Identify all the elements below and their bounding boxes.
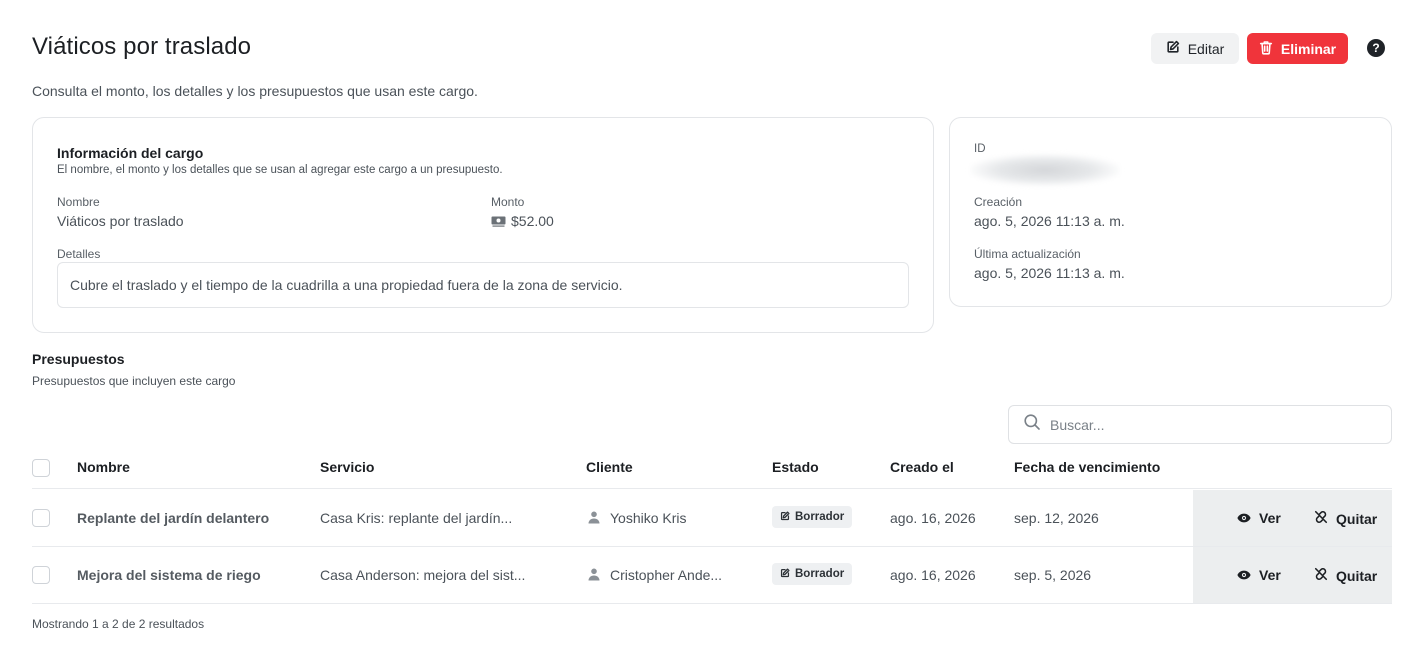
charge-info-card: Información del cargo El nombre, el mont… [32,117,934,333]
name-label: Nombre [57,195,100,209]
details-value: Cubre el traslado y el tiempo de la cuad… [57,262,909,308]
charge-info-heading: Información del cargo [57,145,204,161]
status-label: Borrador [795,511,845,523]
column-header-status[interactable]: Estado [772,459,819,475]
amount-value-wrap: $52.00 [491,213,554,230]
select-all-checkbox[interactable] [32,459,50,477]
unlink-icon [1314,510,1328,527]
draft-edit-icon [780,511,790,524]
page-title: Viáticos por traslado [32,33,252,60]
delete-button[interactable]: Eliminar [1247,33,1348,64]
search-field[interactable] [1008,405,1392,444]
row-name[interactable]: Mejora del sistema de riego [77,567,261,583]
table-row[interactable]: Mejora del sistema de riego Casa Anderso… [32,547,1392,604]
person-icon [588,568,600,586]
row-created: ago. 16, 2026 [890,510,976,526]
budgets-heading: Presupuestos [32,351,125,367]
edit-button-label: Editar [1187,40,1225,57]
person-icon [588,511,600,529]
column-header-due[interactable]: Fecha de vencimiento [1014,459,1160,475]
delete-button-label: Eliminar [1280,40,1337,57]
edit-button[interactable]: Editar [1151,33,1239,64]
view-button[interactable]: Ver [1237,567,1281,583]
created-label: Creación [974,195,1023,209]
charge-meta-card: ID Creación ago. 5, 2026 11:13 a. m. Últ… [949,117,1392,307]
details-label: Detalles [57,247,101,261]
row-created: ago. 16, 2026 [890,567,976,583]
search-input[interactable] [1050,416,1370,433]
row-due: sep. 5, 2026 [1014,567,1092,583]
name-value: Viáticos por traslado [57,213,184,229]
column-header-client[interactable]: Cliente [586,459,633,475]
eye-icon [1237,510,1251,526]
view-button-label: Ver [1259,510,1281,526]
column-header-created[interactable]: Creado el [890,459,954,475]
money-icon [491,214,506,230]
status-badge: Borrador [772,563,853,585]
remove-button[interactable]: Quitar [1314,510,1377,527]
row-actions: Ver Quitar [1193,547,1392,603]
updated-label: Última actualización [974,247,1081,261]
eye-icon [1237,567,1251,583]
table-row[interactable]: Replante del jardín delantero Casa Kris:… [32,490,1392,547]
charge-info-description: El nombre, el monto y los detalles que s… [57,164,503,176]
row-client: Yoshiko Kris [610,510,687,526]
amount-value: $52.00 [511,213,554,229]
draft-edit-icon [780,568,790,581]
amount-label: Monto [491,195,525,209]
status-label: Borrador [795,568,845,580]
help-glyph: ? [1372,41,1380,55]
column-header-name[interactable]: Nombre [77,459,130,475]
search-icon [1023,413,1041,436]
unlink-icon [1314,567,1328,584]
row-due: sep. 12, 2026 [1014,510,1099,526]
view-button-label: Ver [1259,567,1281,583]
budgets-description: Presupuestos que incluyen este cargo [32,374,236,388]
table-header: Nombre Servicio Cliente Estado Creado el… [32,448,1392,489]
pagination-summary: Mostrando 1 a 2 de 2 resultados [32,617,205,631]
remove-button[interactable]: Quitar [1314,567,1377,584]
trash-icon [1259,40,1273,58]
row-name[interactable]: Replante del jardín delantero [77,510,269,526]
page-subtitle: Consulta el monto, los detalles y los pr… [32,83,478,99]
id-value-redacted [970,154,1120,186]
row-actions: Ver Quitar [1193,490,1392,546]
remove-button-label: Quitar [1336,510,1378,527]
row-service: Casa Anderson: mejora del sist... [320,567,526,583]
row-service: Casa Kris: replante del jardín... [320,510,513,526]
view-button[interactable]: Ver [1237,510,1281,526]
status-badge: Borrador [772,506,853,528]
help-icon[interactable]: ? [1367,39,1385,57]
remove-button-label: Quitar [1336,567,1378,584]
column-header-service[interactable]: Servicio [320,459,374,475]
updated-value: ago. 5, 2026 11:13 a. m. [974,265,1125,281]
created-value: ago. 5, 2026 11:13 a. m. [974,213,1125,229]
row-checkbox[interactable] [32,509,50,527]
row-client: Cristopher Ande... [610,567,723,583]
edit-icon [1166,40,1180,57]
row-checkbox[interactable] [32,566,50,584]
